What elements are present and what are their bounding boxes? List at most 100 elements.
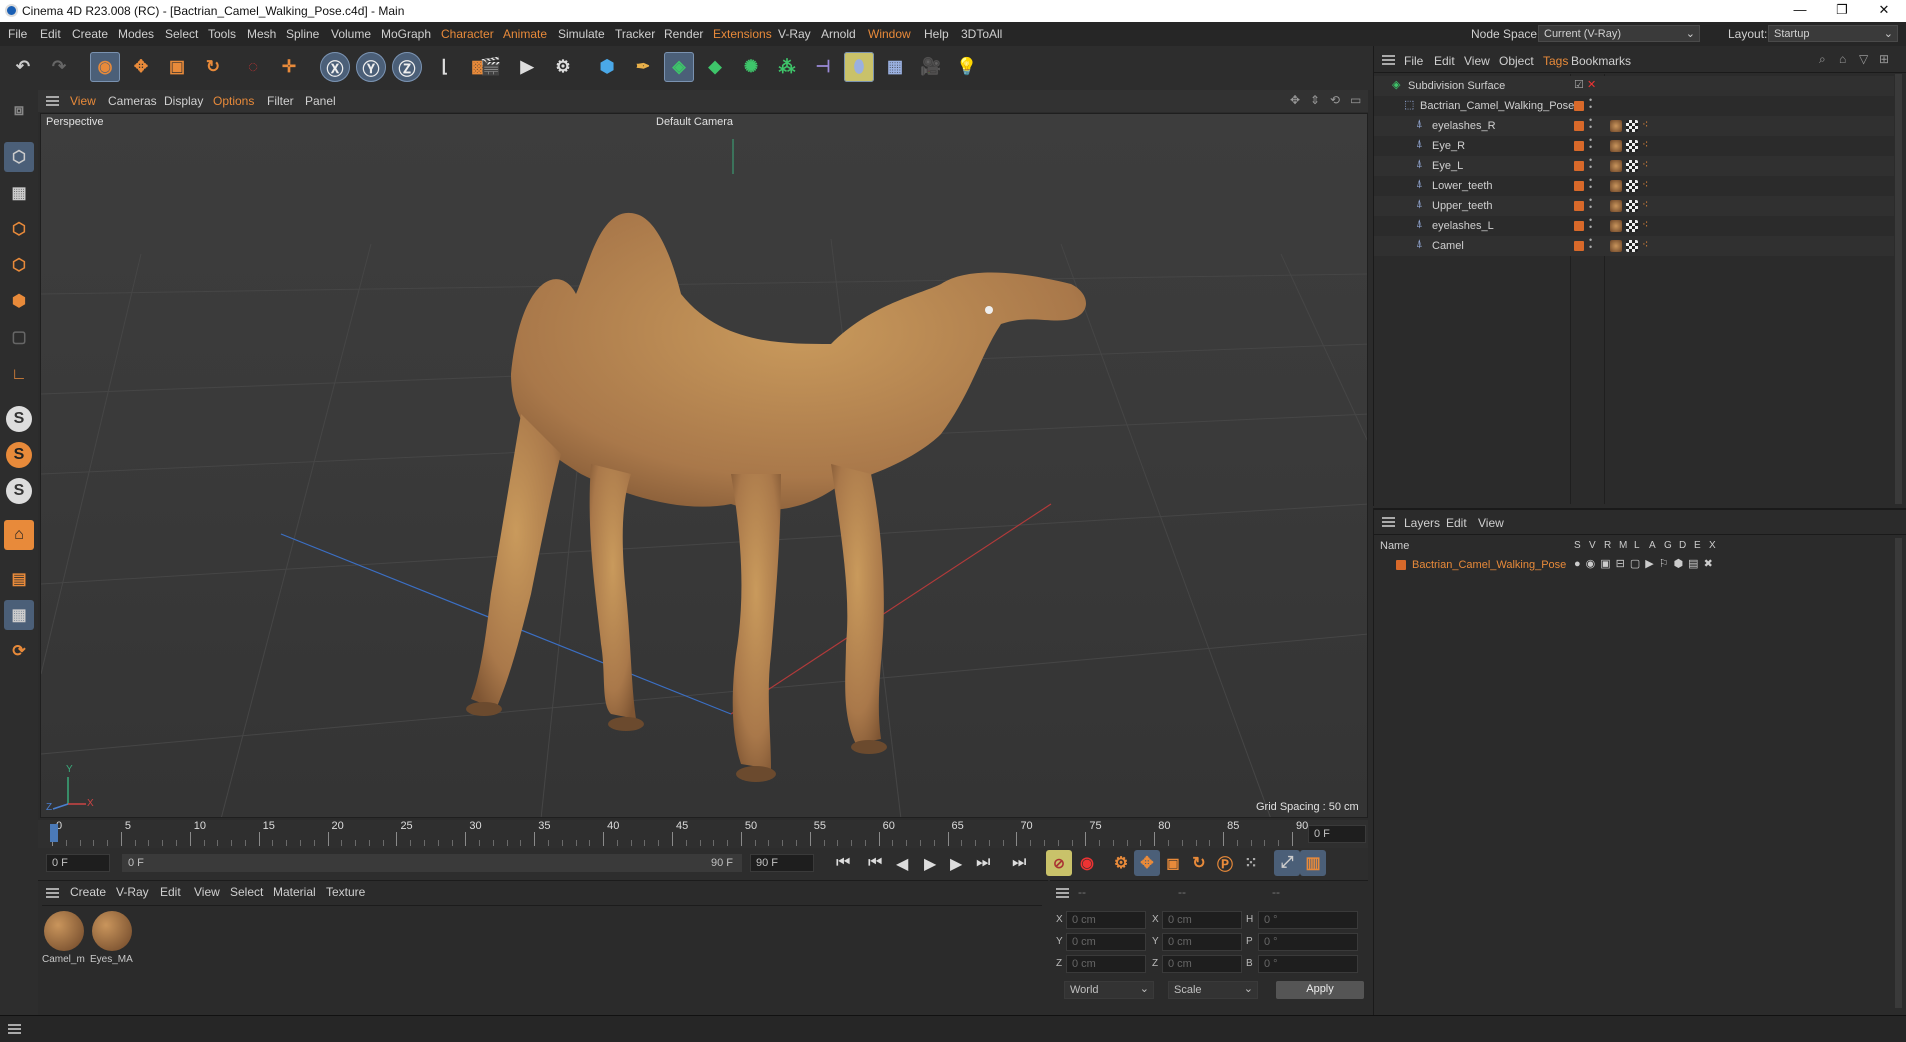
layer-color-swatch[interactable] — [1574, 101, 1584, 111]
maximize-view-icon[interactable]: ▭ — [1350, 93, 1361, 107]
axis-mode-icon[interactable]: ∟ — [4, 360, 34, 390]
pen-icon[interactable]: ✒ — [628, 52, 658, 82]
scale-tool-icon[interactable]: ▣ — [162, 52, 192, 82]
motion-mode-icon[interactable]: ⤢ — [1274, 850, 1300, 876]
layer-color-swatch[interactable] — [1574, 141, 1584, 151]
coordinate-system-icon[interactable]: ⌊ — [430, 52, 460, 82]
render-settings-icon[interactable]: ⚙ — [548, 52, 578, 82]
field-icon[interactable]: ⬮ — [844, 52, 874, 82]
layer-color-swatch[interactable] — [1574, 181, 1584, 191]
menu-window[interactable]: Window — [868, 27, 911, 41]
menu-animate[interactable]: Animate — [503, 27, 547, 41]
recent-tool-icon[interactable]: ◌ — [238, 52, 268, 82]
texture-mode-icon[interactable]: ▦ — [4, 178, 34, 208]
material-menu-view[interactable]: View — [194, 885, 220, 899]
node-space-select[interactable]: Current (V-Ray) ⌄ — [1538, 25, 1700, 42]
current-frame-field[interactable]: 0 F — [1308, 825, 1366, 843]
play-icon[interactable]: ▶ — [924, 854, 936, 874]
object-name[interactable]: Subdivision Surface — [1408, 80, 1505, 92]
material-tag-icon[interactable] — [1610, 120, 1622, 132]
layer-name[interactable]: Bactrian_Camel_Walking_Pose — [1412, 559, 1566, 571]
move-view-icon[interactable]: ✥ — [1290, 93, 1300, 107]
object-row[interactable]: ◈ Subdivision Surface ☑ ✕ — [1374, 76, 1894, 96]
enable-check-icon[interactable]: ☑ — [1574, 78, 1584, 91]
deformer-icon[interactable]: ⊣ — [808, 52, 838, 82]
rotation-key-icon[interactable]: ↻ — [1186, 850, 1212, 876]
point-level-icon[interactable]: ⁙ — [1238, 850, 1264, 876]
phong-tag-icon[interactable]: ⁖ — [1642, 178, 1648, 191]
material-tag-icon[interactable] — [1610, 220, 1622, 232]
subdivision-icon[interactable]: ◈ — [664, 52, 694, 82]
material-menu-edit[interactable]: Edit — [160, 885, 181, 899]
record-keys-icon[interactable]: ⊘ — [1046, 850, 1072, 876]
points-mode-icon[interactable]: ⬡ — [4, 214, 34, 244]
render-view-icon[interactable]: ▶ — [512, 52, 542, 82]
light-icon[interactable]: 💡 — [952, 52, 982, 82]
layer-flags-icons[interactable]: ●◉▣⊟▢▶⚐⬢▤✖ — [1574, 557, 1718, 570]
object-name[interactable]: eyelashes_R — [1432, 120, 1496, 132]
snap-settings-icon[interactable]: S — [6, 442, 32, 468]
menu-simulate[interactable]: Simulate — [558, 27, 605, 41]
next-key-icon[interactable]: ⏭ — [976, 854, 990, 872]
viewport-menu-panel[interactable]: Panel — [305, 94, 336, 108]
zoom-view-icon[interactable]: ⇕ — [1310, 93, 1320, 107]
object-menu-bookmarks[interactable]: Bookmarks — [1571, 54, 1631, 68]
material-tag-icon[interactable] — [1610, 140, 1622, 152]
go-to-end-icon[interactable]: ⏭ — [1012, 854, 1026, 872]
uv-mode-icon[interactable]: ▢ — [4, 322, 34, 352]
viewport-menu-display[interactable]: Display — [164, 94, 203, 108]
coord-field[interactable]: 0 cm — [1066, 933, 1146, 951]
undo-icon[interactable]: ↶ — [8, 52, 38, 82]
snap-icon[interactable]: S — [6, 406, 32, 432]
menu-mograph[interactable]: MoGraph — [381, 27, 431, 41]
position-key-icon[interactable]: ✥ — [1134, 850, 1160, 876]
layer-color-swatch[interactable] — [1574, 121, 1584, 131]
polygons-mode-icon[interactable]: ⬢ — [4, 286, 34, 316]
phong-tag-icon[interactable]: ⁖ — [1642, 218, 1648, 231]
menu-modes[interactable]: Modes — [118, 27, 154, 41]
menu-help[interactable]: Help — [924, 27, 949, 41]
parameter-key-icon[interactable]: Ⓟ — [1212, 850, 1238, 876]
lock-workplane-icon[interactable]: ▦ — [4, 600, 34, 630]
add-tool-icon[interactable]: ✛ — [274, 52, 304, 82]
coord-field[interactable]: 0 ° — [1258, 933, 1358, 951]
make-editable-icon[interactable]: ⧈ — [4, 96, 34, 126]
uvw-tag-icon[interactable] — [1626, 160, 1638, 172]
visibility-dots-icon[interactable]: • • — [1589, 196, 1592, 212]
layer-color-swatch[interactable] — [1396, 560, 1406, 570]
camel-model[interactable] — [41, 114, 1368, 818]
object-name[interactable]: Eye_L — [1432, 160, 1463, 172]
object-row[interactable]: ⬚ Bactrian_Camel_Walking_Pose • • — [1374, 96, 1894, 116]
menu-tracker[interactable]: Tracker — [615, 27, 655, 41]
visibility-dots-icon[interactable]: • • — [1589, 236, 1592, 252]
uvw-tag-icon[interactable] — [1626, 140, 1638, 152]
menu-select[interactable]: Select — [165, 27, 198, 41]
floor-icon[interactable]: ▦ — [880, 52, 910, 82]
tweak-icon[interactable]: ⌂ — [4, 520, 34, 550]
object-row[interactable]: ⍋ Lower_teeth • • ⁖ — [1374, 176, 1894, 196]
object-name[interactable]: Bactrian_Camel_Walking_Pose — [1420, 100, 1574, 112]
coord-field[interactable]: 0 ° — [1258, 955, 1358, 973]
frame-range-slider[interactable]: 0 F 90 F — [122, 854, 742, 872]
y-axis-lock-icon[interactable]: Ⓨ — [356, 52, 386, 82]
layers-menu-edit[interactable]: Edit — [1446, 516, 1467, 530]
hamburger-icon[interactable] — [1056, 888, 1069, 898]
visibility-dots-icon[interactable]: • • — [1589, 136, 1592, 152]
object-name[interactable]: Upper_teeth — [1432, 200, 1493, 212]
object-row[interactable]: ⍋ eyelashes_L • • ⁖ — [1374, 216, 1894, 236]
menu-arnold[interactable]: Arnold — [821, 27, 856, 41]
timeline-ruler[interactable]: 0 5 10 15 20 25 30 35 40 45 50 55 60 65 70 75 80 85 90 0 F — [38, 820, 1368, 848]
viewport-menu-options[interactable]: Options — [213, 94, 254, 108]
quantize-icon[interactable]: S — [6, 478, 32, 504]
layers-menu-view[interactable]: View — [1478, 516, 1504, 530]
scrollbar[interactable] — [1895, 538, 1902, 1008]
array-icon[interactable]: ⁂ — [772, 52, 802, 82]
layer-color-swatch[interactable] — [1574, 241, 1584, 251]
world-select[interactable]: World ⌄ — [1064, 981, 1154, 999]
material-swatch[interactable]: Eyes_MA — [90, 911, 134, 971]
mograph-cloner-icon[interactable]: ✺ — [736, 52, 766, 82]
redo-icon[interactable]: ↷ — [44, 52, 74, 82]
material-menu-texture[interactable]: Texture — [326, 885, 365, 899]
material-tag-icon[interactable] — [1610, 180, 1622, 192]
uvw-tag-icon[interactable] — [1626, 240, 1638, 252]
